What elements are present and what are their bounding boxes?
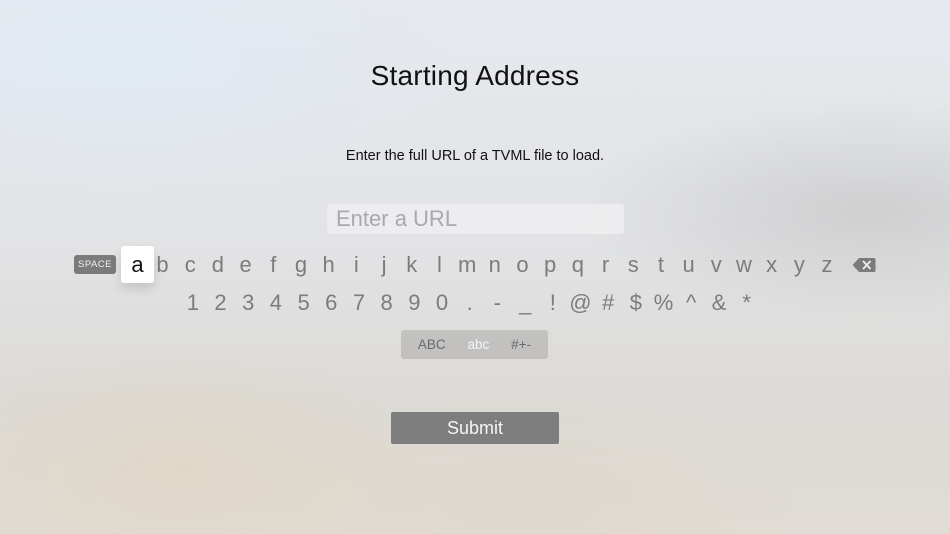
key-w[interactable]: w <box>730 246 758 283</box>
key-y[interactable]: y <box>786 246 814 283</box>
url-input-field[interactable] <box>327 204 624 234</box>
mode-lowercase[interactable]: abc <box>468 337 490 352</box>
key-period[interactable]: . <box>456 288 484 318</box>
key-m[interactable]: m <box>453 246 481 283</box>
space-key[interactable]: SPACE <box>74 255 116 274</box>
key-l[interactable]: l <box>426 246 454 283</box>
key-z[interactable]: z <box>813 246 841 283</box>
key-u[interactable]: u <box>675 246 703 283</box>
url-input[interactable] <box>336 206 624 232</box>
key-q[interactable]: q <box>564 246 592 283</box>
key-e[interactable]: e <box>232 246 260 283</box>
key-asterisk[interactable]: * <box>733 288 761 318</box>
key-ampersand[interactable]: & <box>705 288 733 318</box>
key-percent[interactable]: % <box>650 288 678 318</box>
key-3[interactable]: 3 <box>234 288 262 318</box>
key-v[interactable]: v <box>702 246 730 283</box>
key-r[interactable]: r <box>592 246 620 283</box>
page-title: Starting Address <box>370 60 580 91</box>
key-1[interactable]: 1 <box>179 288 207 318</box>
key-hyphen[interactable]: - <box>484 288 512 318</box>
key-s[interactable]: s <box>619 246 647 283</box>
key-0[interactable]: 0 <box>428 288 456 318</box>
key-6[interactable]: 6 <box>317 288 345 318</box>
key-p[interactable]: p <box>536 246 564 283</box>
mode-uppercase[interactable]: ABC <box>418 337 446 352</box>
key-j[interactable]: j <box>370 246 398 283</box>
key-i[interactable]: i <box>343 246 371 283</box>
key-7[interactable]: 7 <box>345 288 373 318</box>
key-at[interactable]: @ <box>567 288 595 318</box>
instruction-text: Enter the full URL of a TVML file to loa… <box>345 148 605 164</box>
key-b[interactable]: b <box>149 246 177 283</box>
letter-row: a bcdefghijklmnopqrstuvwxyz <box>121 246 841 283</box>
delete-key[interactable] <box>852 257 876 273</box>
key-o[interactable]: o <box>509 246 537 283</box>
key-8[interactable]: 8 <box>373 288 401 318</box>
key-t[interactable]: t <box>647 246 675 283</box>
backspace-icon <box>852 258 876 272</box>
key-dollar[interactable]: $ <box>622 288 650 318</box>
key-g[interactable]: g <box>287 246 315 283</box>
key-exclamation[interactable]: ! <box>539 288 567 318</box>
key-4[interactable]: 4 <box>262 288 290 318</box>
keyboard-mode-switch: ABC abc #+- <box>401 330 548 359</box>
key-d[interactable]: d <box>204 246 232 283</box>
key-n[interactable]: n <box>481 246 509 283</box>
key-c[interactable]: c <box>176 246 204 283</box>
key-underscore[interactable]: _ <box>511 288 539 318</box>
submit-button[interactable]: Submit <box>391 412 559 444</box>
symbol-row: 1 2 3 4 5 6 7 8 9 0. - _! @ # $% ^ & * <box>179 288 760 318</box>
key-f[interactable]: f <box>259 246 287 283</box>
key-5[interactable]: 5 <box>290 288 318 318</box>
key-x[interactable]: x <box>758 246 786 283</box>
mode-symbols[interactable]: #+- <box>511 337 531 352</box>
key-9[interactable]: 9 <box>401 288 429 318</box>
key-h[interactable]: h <box>315 246 343 283</box>
key-caret[interactable]: ^ <box>677 288 705 318</box>
key-k[interactable]: k <box>398 246 426 283</box>
key-hash[interactable]: # <box>594 288 622 318</box>
key-2[interactable]: 2 <box>207 288 235 318</box>
